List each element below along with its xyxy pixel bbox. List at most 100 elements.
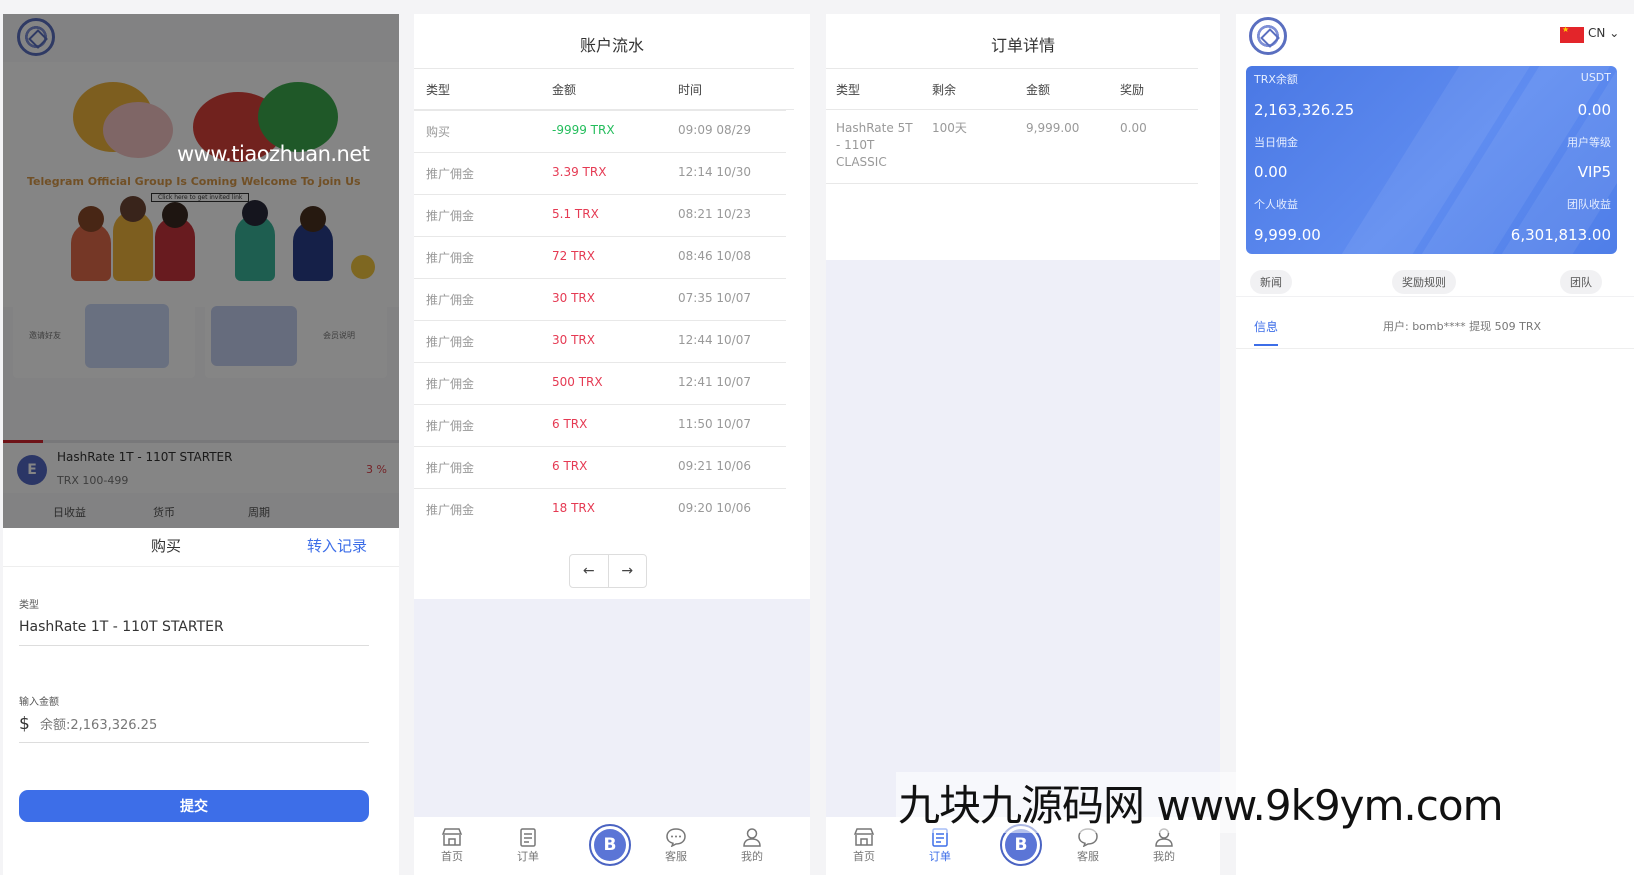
prev-page-button[interactable]: ← [570,555,608,587]
table-header: 类型 金额 时间 [414,68,794,110]
modal-overlay[interactable] [3,14,399,528]
row-amount: 6 TRX [552,459,588,473]
empty-area [414,599,810,817]
language-label: CN [1588,26,1606,40]
order-type-line: CLASSIC [836,155,887,169]
today-commission-label: 当日佣金 [1254,136,1298,149]
divider [19,645,369,646]
row-time: 09:20 10/06 [678,501,751,515]
table-row: 推广佣金 18 TRX 09:20 10/06 [414,488,786,530]
nav-service[interactable]: 客服 [648,827,704,864]
row-type: 推广佣金 [426,167,475,181]
tab-transfer-records[interactable]: 转入记录 [307,535,367,556]
store-icon [853,828,875,846]
type-label: 类型 [19,600,39,611]
table-row: 推广佣金 6 TRX 09:21 10/06 [414,446,786,488]
next-page-button[interactable]: → [607,555,647,587]
row-amount: 3.39 TRX [552,165,607,179]
table-row: 推广佣金 500 TRX 12:41 10/07 [414,362,786,404]
nav-home-label: 首页 [853,850,875,863]
row-amount: 30 TRX [552,291,595,305]
table-row: 推广佣金 72 TRX 08:46 10/08 [414,236,786,278]
table-row: 购买 -9999 TRX 09:09 08/29 [414,110,786,152]
table-header: 类型 剩余 金额 奖励 [826,68,1198,110]
user-level: VIP5 [1577,163,1611,181]
row-time: 12:44 10/07 [678,333,751,347]
table-row: 推广佣金 6 TRX 11:50 10/07 [414,404,786,446]
usdt-balance: 0.00 [1577,101,1611,119]
row-type: 推广佣金 [426,209,475,223]
tab-buy[interactable]: 购买 [151,535,181,556]
ledger-panel: 账户流水 类型 金额 时间 购买 -9999 TRX 09:09 08/29 推广佣金… [414,14,810,875]
nav-center-button[interactable]: B [589,824,631,866]
bitcoin-icon: B [1005,829,1037,861]
page-title: 订单详情 [990,36,1055,55]
nav-orders[interactable]: 订单 [500,827,556,864]
user-icon [743,828,761,847]
nav-service-label: 客服 [1077,850,1099,863]
row-type: 推广佣金 [426,461,475,475]
chevron-down-icon: ⌄ [1609,26,1620,40]
row-type: 推广佣金 [426,377,475,391]
news-button[interactable]: 新闻 [1250,270,1292,294]
table-row: 推广佣金 3.39 TRX 12:14 10/30 [414,152,786,194]
row-time: 08:46 10/08 [678,249,751,263]
pagination: ← → [569,554,647,588]
row-type: 购买 [426,125,451,139]
row-type: 推广佣金 [426,335,475,349]
team-button[interactable]: 团队 [1560,270,1602,294]
header-time: 时间 [678,83,703,97]
table-row: 推广佣金 5.1 TRX 08:21 10/23 [414,194,786,236]
row-type: 推广佣金 [426,251,475,265]
row-amount: 5.1 TRX [552,207,599,221]
notice-tab[interactable]: 信息 [1254,318,1278,335]
store-icon [441,828,463,846]
dollar-icon: $ [19,714,30,734]
header-type: 类型 [426,83,451,97]
trx-balance-label: TRX余额 [1254,73,1298,86]
divider [1236,348,1634,349]
bottom-nav: 首页 订单 B 客服 我的 [414,817,810,875]
site-watermark: www.tiaozhuan.net [177,142,370,166]
usdt-label: USDT [1580,71,1611,84]
clipboard-icon [520,828,536,847]
header-reward: 奖励 [1120,83,1145,97]
header-amount: 金额 [552,83,577,97]
row-type: 推广佣金 [426,419,475,433]
team-income-label: 团队收益 [1567,198,1611,211]
home-screen: Telegram Official Group Is Coming Welcom… [3,14,399,528]
order-row[interactable]: HashRate 5T - 110T CLASSIC 100天 9,999.00… [826,110,1198,184]
amount-label: 输入金额 [19,697,59,708]
nav-mine[interactable]: 我的 [724,827,780,864]
china-flag-icon[interactable] [1560,25,1584,43]
home-buy-panel: Telegram Official Group Is Coming Welcom… [3,14,399,875]
notice-text: 用户: bomb**** 提现 509 TRX [1383,320,1541,333]
order-type-line: - 110T [836,138,875,152]
amount-input[interactable] [40,714,340,736]
order-reward: 0.00 [1120,121,1147,135]
nav-home-label: 首页 [441,850,463,863]
reward-rules-button[interactable]: 奖励规则 [1392,270,1456,294]
brand-watermark: 九块九源码网 www.9k9ym.com [896,772,1505,833]
personal-income: 9,999.00 [1254,226,1321,244]
row-time: 08:21 10/23 [678,207,751,221]
row-time: 07:35 10/07 [678,291,751,305]
row-time: 11:50 10/07 [678,417,751,431]
personal-income-label: 个人收益 [1254,198,1298,211]
divider [3,566,399,567]
order-remaining: 100天 [932,121,967,135]
notice-tab-indicator [1254,344,1278,346]
nav-mine-label: 我的 [741,850,763,863]
balance-card: TRX余额 USDT 2,163,326.25 0.00 当日佣金 用户等级 0… [1246,66,1617,254]
empty-area [826,260,1220,817]
language-select[interactable]: CN ⌄ [1588,26,1619,40]
team-income: 6,301,813.00 [1510,226,1611,244]
submit-button[interactable]: 提交 [19,790,369,822]
row-amount: 72 TRX [552,249,595,263]
nav-home[interactable]: 首页 [424,827,480,864]
order-amount: 9,999.00 [1026,121,1080,135]
row-time: 12:14 10/30 [678,165,751,179]
table-row: 推广佣金 30 TRX 12:44 10/07 [414,320,786,362]
nav-home[interactable]: 首页 [836,827,892,864]
type-field[interactable]: HashRate 1T - 110T STARTER [19,619,224,635]
